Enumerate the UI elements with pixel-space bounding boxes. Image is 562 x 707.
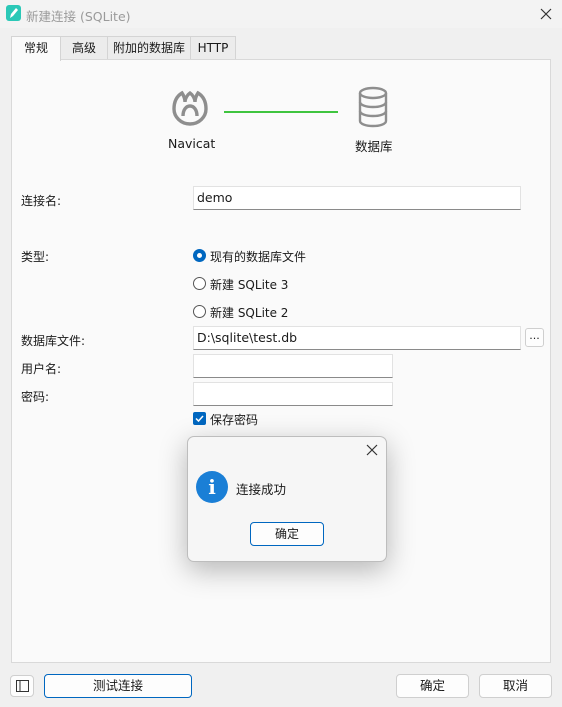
navicat-label: Navicat — [168, 136, 216, 151]
save-password-checkbox[interactable] — [193, 412, 206, 425]
username-input[interactable] — [193, 354, 393, 378]
connection-success-dialog: i 连接成功 确定 — [187, 436, 387, 562]
save-password-label: 保存密码 — [210, 413, 259, 427]
connection-name-label: 连接名: — [21, 194, 62, 208]
database-label: 数据库 — [355, 139, 393, 154]
radio-new-sqlite2-label: 新建 SQLite 2 — [210, 306, 289, 320]
window-title: 新建连接 (SQLite) — [26, 9, 131, 24]
radio-new-sqlite2[interactable] — [193, 305, 206, 318]
dialog-ok-button[interactable]: 确定 — [250, 522, 324, 546]
tab-attached-databases[interactable]: 附加的数据库 — [107, 36, 191, 60]
browse-button[interactable]: ... — [525, 328, 544, 347]
ok-button[interactable]: 确定 — [396, 674, 469, 698]
username-label: 用户名: — [21, 362, 62, 376]
connection-line — [224, 111, 338, 113]
info-icon: i — [196, 471, 228, 503]
radio-new-sqlite3-label: 新建 SQLite 3 — [210, 278, 289, 292]
password-label: 密码: — [21, 390, 50, 404]
toggle-panel-button[interactable] — [10, 675, 34, 697]
tab-general[interactable]: 常规 — [11, 36, 61, 61]
navicat-logo-icon — [169, 86, 211, 128]
test-connection-button[interactable]: 测试连接 — [44, 674, 192, 698]
password-input[interactable] — [193, 382, 393, 406]
database-icon — [356, 86, 390, 128]
db-file-label: 数据库文件: — [21, 334, 86, 348]
dialog-close-icon[interactable] — [364, 442, 380, 458]
close-icon[interactable] — [536, 4, 556, 24]
app-icon — [6, 5, 21, 21]
db-file-input[interactable]: D:\sqlite\test.db — [193, 326, 521, 350]
tab-http[interactable]: HTTP — [190, 36, 236, 60]
radio-new-sqlite3[interactable] — [193, 277, 206, 290]
connection-name-input[interactable]: demo — [193, 186, 521, 210]
dialog-message: 连接成功 — [236, 482, 287, 497]
cancel-button[interactable]: 取消 — [479, 674, 552, 698]
tab-advanced[interactable]: 高级 — [60, 36, 108, 60]
type-label: 类型: — [21, 250, 50, 264]
radio-existing-db-file[interactable] — [193, 249, 206, 262]
title-bar: 新建连接 (SQLite) — [0, 0, 562, 28]
radio-existing-db-file-label: 现有的数据库文件 — [210, 250, 307, 264]
sidebar-toggle-icon — [16, 680, 29, 692]
